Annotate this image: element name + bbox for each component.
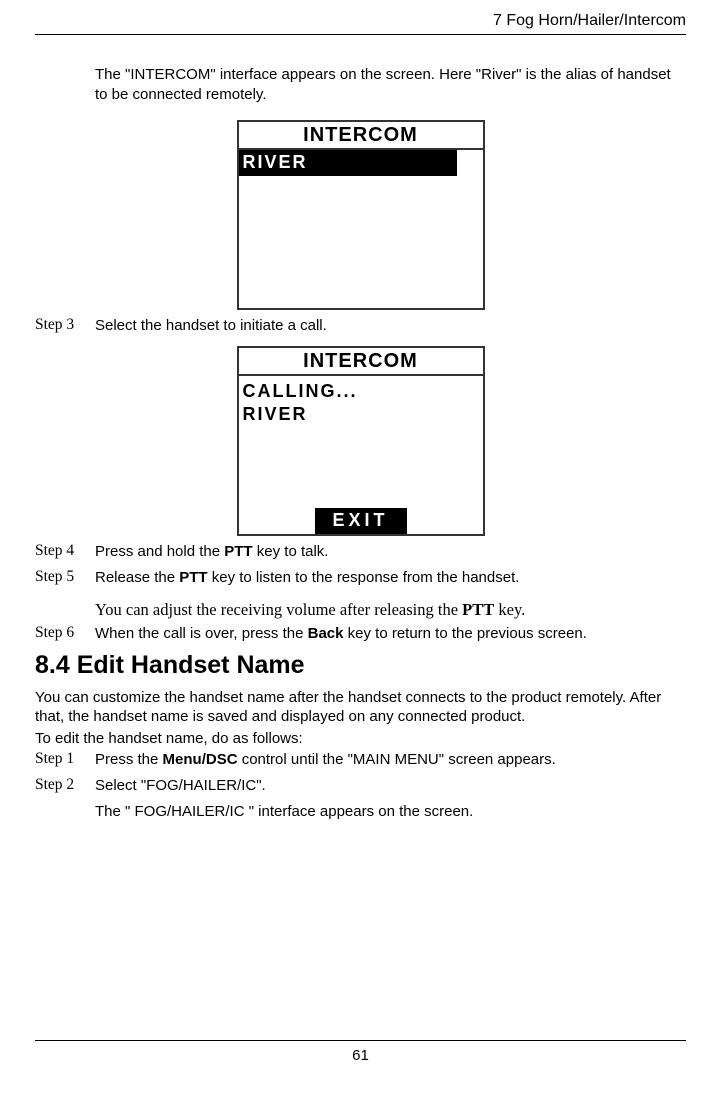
text-part: key to listen to the response from the h… <box>208 569 520 586</box>
paragraph-1: You can customize the handset name after… <box>35 688 686 727</box>
step-label-5: Step 5 <box>35 568 95 588</box>
step-text-6: When the call is over, press the Back ke… <box>95 624 686 644</box>
text-part-bold: Menu/DSC <box>163 751 238 768</box>
step-text-2: Select "FOG/HAILER/IC". <box>95 776 686 796</box>
step-text-5: Release the PTT key to listen to the res… <box>95 568 686 588</box>
lcd-row-calling: CALLING... <box>239 380 483 403</box>
step-label-4: Step 4 <box>35 542 95 562</box>
note-line: You can adjust the receiving volume afte… <box>95 600 686 620</box>
text-part: When the call is over, press the <box>95 625 308 642</box>
lcd-screen-intercom-list: INTERCOM RIVER <box>237 120 485 310</box>
step-label-3: Step 3 <box>35 316 95 336</box>
page-number: 61 <box>352 1047 369 1064</box>
lcd-title: INTERCOM <box>239 122 483 150</box>
lcd-row-river: RIVER <box>239 403 483 426</box>
step-text-3: Select the handset to initiate a call. <box>95 316 686 336</box>
text-part-bold: PTT <box>224 543 252 560</box>
text-part: key to return to the previous screen. <box>343 625 586 642</box>
text-part: You can adjust the receiving volume afte… <box>95 600 462 619</box>
text-part: control until the "MAIN MENU" screen app… <box>238 751 556 768</box>
lcd-row-selected: RIVER <box>239 150 457 176</box>
intro-paragraph: The "INTERCOM" interface appears on the … <box>95 65 676 106</box>
text-part: Press and hold the <box>95 543 224 560</box>
text-part-bold: Back <box>308 625 344 642</box>
lcd-exit-button: EXIT <box>314 508 406 534</box>
step-label-2: Step 2 <box>35 776 95 796</box>
text-part: Release the <box>95 569 179 586</box>
text-part-bold: PTT <box>462 600 494 619</box>
step-label-6: Step 6 <box>35 624 95 644</box>
section-heading: 8.4 Edit Handset Name <box>35 651 686 680</box>
lcd-title: INTERCOM <box>239 348 483 376</box>
page-footer: 61 <box>35 1040 686 1064</box>
step-2-subtext: The " FOG/HAILER/IC " interface appears … <box>95 803 686 820</box>
paragraph-2: To edit the handset name, do as follows: <box>35 729 686 749</box>
step-text-4: Press and hold the PTT key to talk. <box>95 542 686 562</box>
text-part: Press the <box>95 751 163 768</box>
text-part-bold: PTT <box>179 569 207 586</box>
text-part: key. <box>494 600 525 619</box>
step-text-1: Press the Menu/DSC control until the "MA… <box>95 750 686 770</box>
page-header: 7 Fog Horn/Hailer/Intercom <box>35 12 686 35</box>
lcd-screen-calling: INTERCOM CALLING... RIVER EXIT <box>237 346 485 536</box>
step-label-1: Step 1 <box>35 750 95 770</box>
text-part: key to talk. <box>253 543 329 560</box>
